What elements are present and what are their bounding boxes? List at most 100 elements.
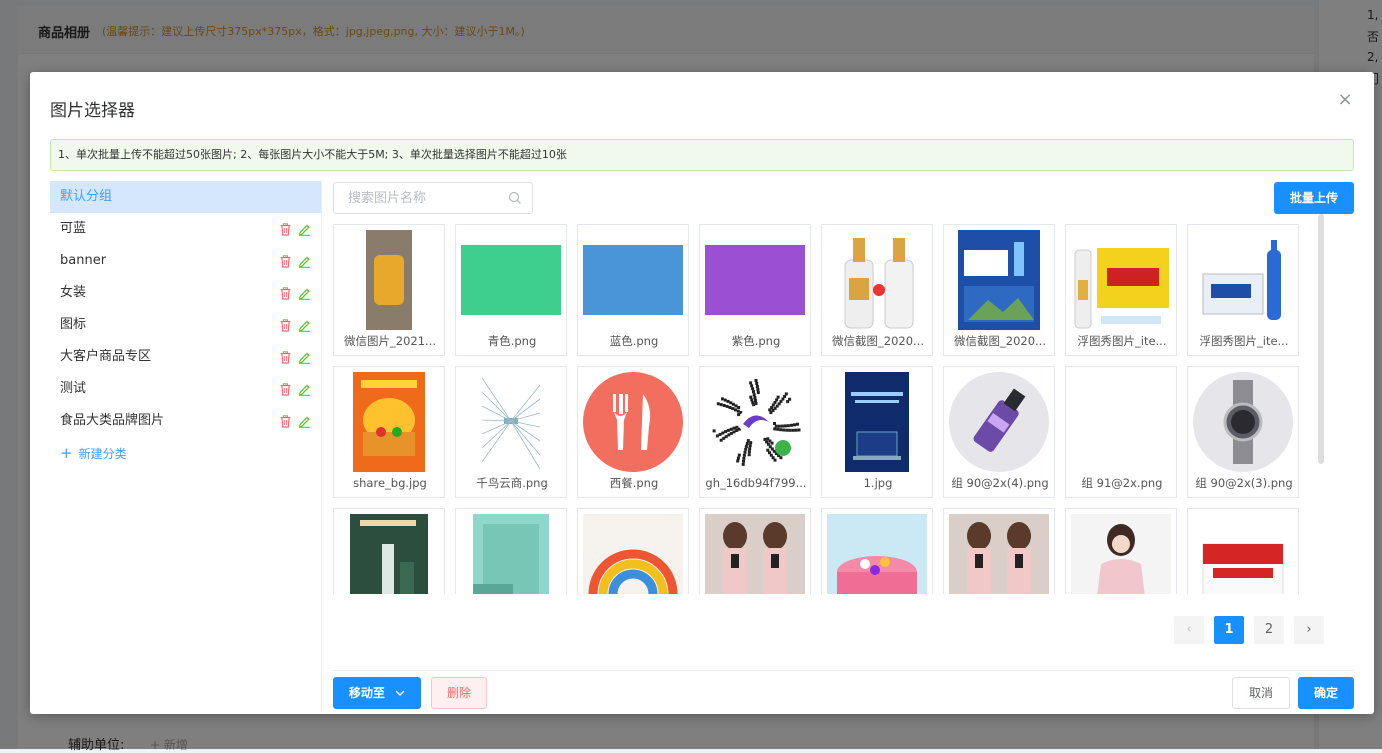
chevron-down-icon [395,690,405,696]
image-thumbnail [705,514,805,594]
sidebar-category-item[interactable]: banner [50,245,321,277]
image-thumbnail [705,372,805,472]
search-input[interactable] [348,183,508,213]
sidebar-category-item[interactable]: 可蓝 [50,213,321,245]
page-1-button[interactable]: 1 [1214,616,1244,644]
trash-icon[interactable] [279,222,292,236]
image-card[interactable] [1187,508,1299,594]
page-2-button[interactable]: 2 [1254,616,1284,644]
image-name: 紫色.png [731,334,781,348]
image-thumbnail [461,514,561,594]
search-icon[interactable] [508,191,522,205]
image-card[interactable]: 组 91@2x.png [1065,366,1177,498]
edit-icon[interactable] [298,319,311,332]
image-card[interactable]: share_bg.jpg [333,366,445,498]
image-card[interactable]: gh_16db94f799... [699,366,811,498]
cancel-button[interactable]: 取消 [1232,677,1290,709]
edit-icon[interactable] [298,415,311,428]
edit-icon[interactable] [298,287,311,300]
image-thumbnail [1193,230,1293,330]
image-card[interactable]: 微信截图_2020... [821,224,933,356]
sidebar-category-item[interactable]: 食品大类品牌图片 [50,405,321,437]
image-thumbnail [827,514,927,594]
next-page-button[interactable]: › [1294,616,1324,644]
sidebar-category-item[interactable]: 女装 [50,277,321,309]
image-card[interactable]: 西餐.png [577,366,689,498]
image-card[interactable] [455,508,567,594]
image-card[interactable] [577,508,689,594]
image-card[interactable]: 紫色.png [699,224,811,356]
image-name: 千鸟云商.png [476,476,548,490]
image-thumbnail [583,230,683,330]
trash-icon[interactable] [279,414,292,428]
image-name: 组 90@2x(4).png [951,476,1049,490]
image-card[interactable]: 微信截图_2020... [943,224,1055,356]
upload-notice: 1、单次批量上传不能超过50张图片; 2、每张图片大小不能大于5M; 3、单次批… [50,139,1354,171]
image-name: 1.jpg [863,476,893,490]
sidebar-category-label: 大客户商品专区 [60,349,152,364]
image-name: 蓝色.png [609,334,659,348]
grid-scrollbar[interactable] [1318,214,1324,464]
image-card[interactable]: 组 90@2x(3).png [1187,366,1299,498]
sidebar-category-item[interactable]: 测试 [50,373,321,405]
image-card[interactable] [699,508,811,594]
add-category-button[interactable]: + 新建分类 [50,437,321,469]
delete-button[interactable]: 删除 [431,677,487,709]
image-name: 组 91@2x.png [1081,476,1163,490]
search-box[interactable] [333,182,533,214]
image-card[interactable]: 微信图片_2021... [333,224,445,356]
sidebar-category-label: 可蓝 [60,221,87,236]
image-picker-dialog: 图片选择器 × 1、单次批量上传不能超过50张图片; 2、每张图片大小不能大于5… [30,72,1374,714]
image-grid: 微信图片_2021... 青色.png 蓝色.png 紫色.png 微信截图_2020.… [333,224,1355,594]
image-thumbnail [949,230,1049,330]
image-card[interactable]: 浮图秀图片_ite... [1065,224,1177,356]
image-card[interactable] [1065,508,1177,594]
trash-icon[interactable] [279,254,292,268]
image-name: 微信图片_2021... [344,334,436,348]
category-sidebar: 默认分组可蓝 banner 女装图标大客户商品专区 测试食品大类品牌图片 + 新建分类 [50,181,322,711]
image-thumbnail [583,372,683,472]
image-card[interactable]: 浮图秀图片_ite... [1187,224,1299,356]
image-thumbnail [1071,230,1171,330]
image-thumbnail [339,372,439,472]
image-card[interactable] [943,508,1055,594]
sidebar-category-item[interactable]: 大客户商品专区 [50,341,321,373]
image-name: 微信截图_2020... [954,334,1046,348]
category-actions [279,405,311,437]
dialog-title: 图片选择器 [50,101,135,121]
edit-icon[interactable] [298,223,311,236]
edit-icon[interactable] [298,383,311,396]
image-card[interactable]: 组 90@2x(4).png [943,366,1055,498]
confirm-button[interactable]: 确定 [1298,677,1354,709]
image-card[interactable] [333,508,445,594]
edit-icon[interactable] [298,351,311,364]
trash-icon[interactable] [279,318,292,332]
image-name: 浮图秀图片_ite... [1077,334,1167,348]
prev-page-button[interactable]: ‹ [1174,616,1204,644]
trash-icon[interactable] [279,286,292,300]
image-card[interactable]: 1.jpg [821,366,933,498]
image-name: 青色.png [487,334,537,348]
trash-icon[interactable] [279,350,292,364]
image-thumbnail [1071,514,1171,594]
edit-icon[interactable] [298,255,311,268]
move-to-button[interactable]: 移动至 [333,677,421,709]
trash-icon[interactable] [279,382,292,396]
category-actions [279,213,311,245]
sidebar-category-label: 测试 [60,381,87,396]
image-card[interactable] [821,508,933,594]
image-card[interactable]: 千鸟云商.png [455,366,567,498]
add-category-label: 新建分类 [78,447,127,461]
batch-upload-button[interactable]: 批量上传 [1274,182,1354,214]
image-card[interactable]: 青色.png [455,224,567,356]
sidebar-category-item[interactable]: 图标 [50,309,321,341]
plus-icon: + [60,444,73,462]
close-icon[interactable]: × [1335,90,1355,110]
sidebar-category-item[interactable]: 默认分组 [50,181,321,213]
category-actions [279,341,311,373]
image-thumbnail [949,514,1049,594]
image-card[interactable]: 蓝色.png [577,224,689,356]
sidebar-category-label: 图标 [60,317,87,332]
image-name: 组 90@2x(3).png [1195,476,1293,490]
image-thumbnail [461,230,561,330]
